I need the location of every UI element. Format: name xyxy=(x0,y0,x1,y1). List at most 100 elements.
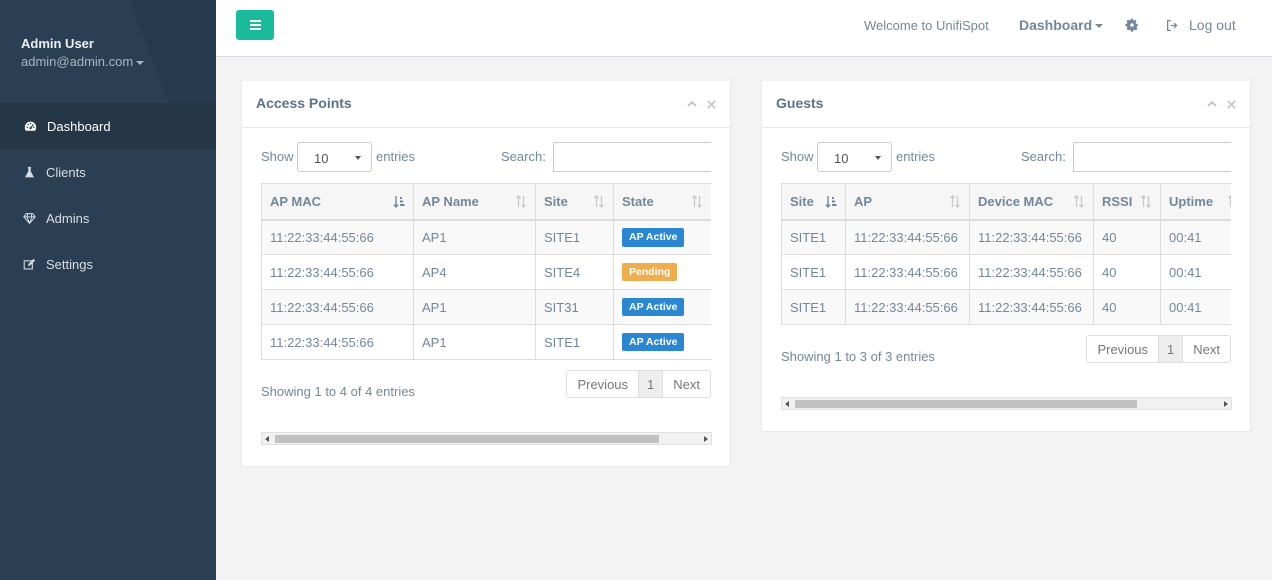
guests-table: Site AP Device MAC RSSI Uptime SITE1 11:… xyxy=(781,183,1231,325)
table-footer: Showing 1 to 3 of 3 entries Previous 1 N… xyxy=(781,325,1231,375)
table-footer: Showing 1 to 4 of 4 entries Previous 1 N… xyxy=(261,360,711,410)
hamburger-icon xyxy=(249,24,261,26)
column-label: AP MAC xyxy=(270,193,322,209)
top-navbar-background xyxy=(216,0,1272,56)
cell-rssi: 40 xyxy=(1093,289,1161,325)
status-badge: Pending xyxy=(622,262,678,282)
cell-rssi: 40 xyxy=(1093,254,1161,290)
top-navbar: Welcome to UnifiSpot Dashboard Log out xyxy=(216,0,1272,57)
column-header-ap[interactable]: AP xyxy=(845,183,970,221)
panel-body: Show 10 entries Search: Site AP Device M… xyxy=(762,128,1250,375)
access-points-table: AP MAC AP Name Site State 11:22:33:44:55… xyxy=(261,183,711,360)
table-row: SITE1 11:22:33:44:55:66 11:22:33:44:55:6… xyxy=(781,289,1231,325)
table-row: 11:22:33:44:55:66 AP1 SIT31 AP Active xyxy=(261,289,711,325)
scroll-right-icon[interactable] xyxy=(704,436,708,442)
column-header-ap-name[interactable]: AP Name xyxy=(413,183,536,221)
cell-state: AP Active xyxy=(613,289,711,325)
status-badge: AP Active xyxy=(622,228,685,247)
column-label: AP xyxy=(854,193,873,209)
cell-site: SITE1 xyxy=(781,289,846,325)
table-wrapper: AP MAC AP Name Site State 11:22:33:44:55… xyxy=(261,183,711,360)
sidebar-item-dashboard[interactable]: Dashboard xyxy=(0,103,216,149)
scrollbar-thumb[interactable] xyxy=(275,435,659,443)
table-row: SITE1 11:22:33:44:55:66 11:22:33:44:55:6… xyxy=(781,254,1231,290)
panel-title: Guests xyxy=(776,95,824,111)
cell-ap: 11:22:33:44:55:66 xyxy=(845,219,970,255)
cell-ap: 11:22:33:44:55:66 xyxy=(845,254,970,290)
page-length-select[interactable]: 10 xyxy=(297,142,372,172)
horizontal-scrollbar[interactable] xyxy=(261,432,712,445)
sidebar-item-admins[interactable]: Admins xyxy=(0,195,216,241)
column-header-site[interactable]: Site xyxy=(535,183,614,221)
caret-down-icon xyxy=(355,156,361,160)
gear-icon[interactable] xyxy=(1125,18,1139,32)
page-1-button[interactable]: 1 xyxy=(639,371,664,397)
column-label: AP Name xyxy=(422,193,479,209)
menu-toggle-button[interactable] xyxy=(236,10,274,40)
scroll-left-icon[interactable] xyxy=(265,436,269,442)
cell-ap-mac: 11:22:33:44:55:66 xyxy=(261,289,414,325)
search-label: Search: xyxy=(1021,149,1066,164)
cell-ap-name: AP1 xyxy=(413,324,536,360)
horizontal-scrollbar[interactable] xyxy=(781,397,1232,410)
page-length-value: 10 xyxy=(834,151,849,166)
cell-device-mac: 11:22:33:44:55:66 xyxy=(969,289,1094,325)
column-header-device-mac[interactable]: Device MAC xyxy=(969,183,1094,221)
search-label: Search: xyxy=(501,149,546,164)
close-icon[interactable] xyxy=(1227,99,1236,109)
search-input[interactable] xyxy=(553,142,711,172)
cell-uptime: 00:41 xyxy=(1160,219,1231,255)
caret-down-icon xyxy=(1095,24,1104,29)
next-button[interactable]: Next xyxy=(663,371,710,397)
dashboard-dropdown[interactable]: Dashboard xyxy=(1019,17,1104,33)
search-input[interactable] xyxy=(1073,142,1231,172)
scroll-left-icon[interactable] xyxy=(785,401,789,407)
sign-out-icon xyxy=(1166,19,1178,31)
sort-asc-icon xyxy=(393,196,405,208)
chevron-up-icon[interactable] xyxy=(1207,99,1217,109)
column-label: Site xyxy=(790,193,814,209)
column-header-rssi[interactable]: RSSI xyxy=(1093,183,1161,221)
scrollbar-thumb[interactable] xyxy=(795,400,1137,408)
page-1-button[interactable]: 1 xyxy=(1159,336,1184,362)
logout-link[interactable]: Log out xyxy=(1166,17,1236,33)
sidebar-item-clients[interactable]: Clients xyxy=(0,149,216,195)
table-row: 11:22:33:44:55:66 AP4 SITE4 Pending xyxy=(261,254,711,290)
status-badge: AP Active xyxy=(622,332,685,352)
column-header-uptime[interactable]: Uptime xyxy=(1160,183,1231,221)
table-row: SITE1 11:22:33:44:55:66 11:22:33:44:55:6… xyxy=(781,219,1231,255)
diamond-icon xyxy=(22,211,36,225)
user-email-dropdown[interactable]: admin@admin.com xyxy=(21,54,216,69)
next-button[interactable]: Next xyxy=(1183,336,1230,362)
table-controls: Show 10 entries Search: xyxy=(781,128,1231,183)
cell-site: SITE1 xyxy=(781,254,846,290)
guests-panel: Guests Show 10 entries Search: Site AP D… xyxy=(761,78,1251,432)
table-header-row: Site AP Device MAC RSSI Uptime xyxy=(781,183,1231,221)
flask-icon xyxy=(22,165,36,179)
sidebar-item-label: Admins xyxy=(46,210,90,226)
cell-state: Pending xyxy=(613,254,711,290)
table-row: 11:22:33:44:55:66 AP1 SITE1 AP Active xyxy=(261,219,711,255)
edit-icon xyxy=(22,257,36,271)
access-points-panel: Access Points Show 10 entries Search: AP… xyxy=(241,78,731,467)
cell-state: AP Active xyxy=(613,324,711,360)
chevron-up-icon[interactable] xyxy=(687,99,697,109)
cell-site: SITE4 xyxy=(535,254,614,290)
status-badge: AP Active xyxy=(622,297,685,317)
sort-icon xyxy=(516,195,526,208)
column-header-ap-mac[interactable]: AP MAC xyxy=(261,183,414,221)
column-header-site[interactable]: Site xyxy=(781,183,846,221)
cell-site: SIT31 xyxy=(535,289,614,325)
cell-ap-mac: 11:22:33:44:55:66 xyxy=(261,219,414,255)
previous-button[interactable]: Previous xyxy=(567,371,640,397)
scroll-right-icon[interactable] xyxy=(1224,401,1228,407)
cell-site: SITE1 xyxy=(535,324,614,360)
sidebar-item-settings[interactable]: Settings xyxy=(0,241,216,287)
sort-icon xyxy=(1074,195,1084,208)
page-length-select[interactable]: 10 xyxy=(817,142,892,172)
column-header-state[interactable]: State xyxy=(613,183,711,221)
cell-device-mac: 11:22:33:44:55:66 xyxy=(969,219,1094,255)
close-icon[interactable] xyxy=(707,99,716,109)
page-length-value: 10 xyxy=(314,151,329,166)
previous-button[interactable]: Previous xyxy=(1087,336,1160,362)
